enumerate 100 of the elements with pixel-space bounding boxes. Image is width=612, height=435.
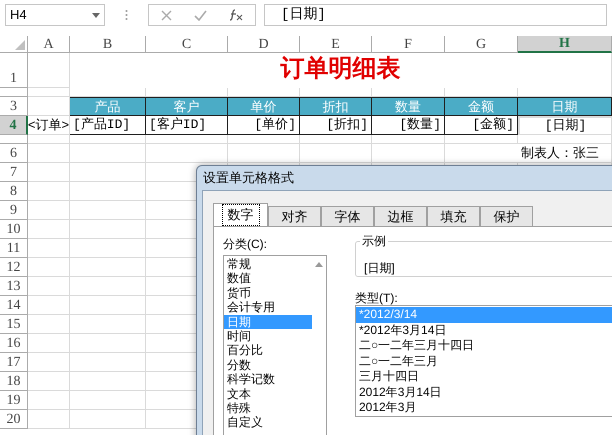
column-header[interactable]: H	[518, 36, 612, 53]
dialog-tab[interactable]: 边框	[374, 206, 427, 226]
column-heading: 金额	[445, 97, 518, 116]
dropdown-arrow-icon	[92, 12, 100, 18]
grid-cell	[28, 239, 70, 258]
cancel-icon[interactable]	[161, 10, 172, 20]
dialog-tab[interactable]: 对齐	[268, 206, 321, 226]
grid-cell	[28, 88, 70, 97]
row-header[interactable]: 8	[0, 182, 28, 201]
dialog-tab[interactable]: 保护	[480, 206, 533, 226]
column-header[interactable]: D	[228, 36, 300, 53]
sample-value: [日期]	[364, 261, 395, 275]
formula-input[interactable]: [日期]	[264, 4, 607, 26]
grid-cell	[28, 53, 70, 88]
grid-cell	[228, 144, 300, 163]
column-header[interactable]: F	[372, 36, 445, 53]
column-header[interactable]: G	[445, 36, 518, 53]
row-header[interactable]: 20	[0, 410, 28, 429]
grid-cell	[28, 353, 70, 372]
scroll-up-icon[interactable]	[315, 262, 323, 267]
column-heading: 日期	[518, 97, 612, 116]
category-item[interactable]: 特殊	[224, 401, 312, 416]
column-heading: 单价	[228, 97, 300, 116]
grid-cell	[28, 372, 70, 391]
grid-cell	[28, 135, 70, 144]
grid-cell	[300, 144, 372, 163]
column-header[interactable]: A	[28, 36, 70, 53]
column-header[interactable]: E	[300, 36, 372, 53]
field-placeholder-cell: [单价]	[228, 116, 300, 135]
grid-cell	[228, 135, 300, 144]
row-header[interactable]: 6	[0, 144, 28, 163]
column-header[interactable]: C	[146, 36, 228, 53]
dialog-tab[interactable]: 数字	[213, 203, 268, 226]
dialog-title: 设置单元格格式	[202, 169, 295, 188]
check-icon[interactable]	[194, 10, 207, 20]
name-box[interactable]: H4	[5, 4, 105, 26]
grid-cell	[28, 144, 70, 163]
type-item[interactable]: 2012年3月	[356, 400, 612, 416]
row-header[interactable]: 16	[0, 334, 28, 353]
field-placeholder-cell: [客户ID]	[146, 116, 228, 135]
category-item[interactable]: 科学记数	[224, 372, 312, 387]
category-label: 分类(C):	[223, 236, 268, 253]
row-header[interactable]: 10	[0, 220, 28, 239]
type-label: 类型(T):	[355, 290, 399, 305]
field-placeholder-cell: [数量]	[372, 116, 445, 135]
dialog-tab[interactable]: 填充	[427, 206, 480, 226]
category-item[interactable]: 百分比	[224, 343, 312, 358]
grid-cell	[300, 135, 372, 144]
row-header[interactable]	[0, 88, 28, 97]
row-header[interactable]: 1	[0, 53, 28, 88]
type-list[interactable]: *2012/3/14 *2012年3月14日 二○一二年三月十四日 二○一二年三月 三月十四日 2012年3月14日 2012年3月	[355, 305, 612, 417]
field-placeholder-cell: [产品ID]	[70, 116, 146, 135]
grid-cell	[28, 277, 70, 296]
grid-cell	[28, 258, 70, 277]
grid-cell	[28, 220, 70, 239]
type-item[interactable]: 二○一二年三月十四日	[356, 338, 612, 354]
column-header[interactable]: B	[70, 36, 146, 53]
more-icon	[125, 9, 128, 21]
type-item[interactable]: 二○一二年三月	[356, 354, 612, 369]
grid-cell	[28, 201, 70, 220]
category-item[interactable]: 常规	[224, 257, 312, 272]
row-header[interactable]: 4	[0, 116, 28, 135]
row-header[interactable]: 11	[0, 239, 28, 258]
signature-text: 制表人：张三	[445, 144, 612, 163]
dialog-tab[interactable]: 字体	[321, 206, 374, 226]
column-heading: 产品	[70, 97, 146, 116]
row-header[interactable]: 3	[0, 97, 28, 116]
row-header[interactable]: 18	[0, 372, 28, 391]
row-header[interactable]: 13	[0, 277, 28, 296]
type-item[interactable]: 三月十四日	[356, 369, 612, 384]
select-all-corner[interactable]	[0, 36, 28, 53]
corner-triangle-icon	[15, 40, 25, 50]
grid-cell	[28, 391, 70, 410]
row-header[interactable]: 15	[0, 315, 28, 334]
category-item[interactable]: 自定义	[224, 415, 312, 430]
category-item[interactable]: 文本	[224, 386, 312, 402]
category-item[interactable]: 会计专用	[224, 300, 312, 315]
row-header[interactable]: 17	[0, 353, 28, 372]
category-item[interactable]: 分数	[224, 358, 312, 372]
type-item[interactable]: 2012年3月14日	[356, 384, 612, 400]
grid-cell	[28, 182, 70, 201]
row-header[interactable]: 14	[0, 296, 28, 315]
grid-cell	[28, 315, 70, 334]
column-heading: 数量	[372, 97, 445, 116]
category-item[interactable]: 时间	[224, 329, 312, 344]
column-heading: 客户	[146, 97, 228, 116]
sample-label: 示例	[360, 234, 388, 248]
sheet-title: 订单明细表	[70, 53, 612, 88]
category-item[interactable]: 货币	[224, 286, 312, 300]
function-icon[interactable]	[229, 9, 243, 21]
field-placeholder-cell: [日期]	[518, 116, 612, 135]
category-item[interactable]: 数值	[224, 271, 312, 286]
category-list[interactable]: 常规 数值 货币 会计专用 日期 时间 百分比 分数 科学记数 文本 特殊 自定义	[223, 255, 327, 435]
row-header[interactable]: 9	[0, 201, 28, 220]
row-header[interactable]: 7	[0, 163, 28, 182]
row-header[interactable]: 12	[0, 258, 28, 277]
row-header[interactable]: 19	[0, 391, 28, 410]
type-item[interactable]: *2012年3月14日	[356, 322, 612, 338]
row-header[interactable]	[0, 135, 28, 144]
grid-cell	[28, 410, 70, 429]
